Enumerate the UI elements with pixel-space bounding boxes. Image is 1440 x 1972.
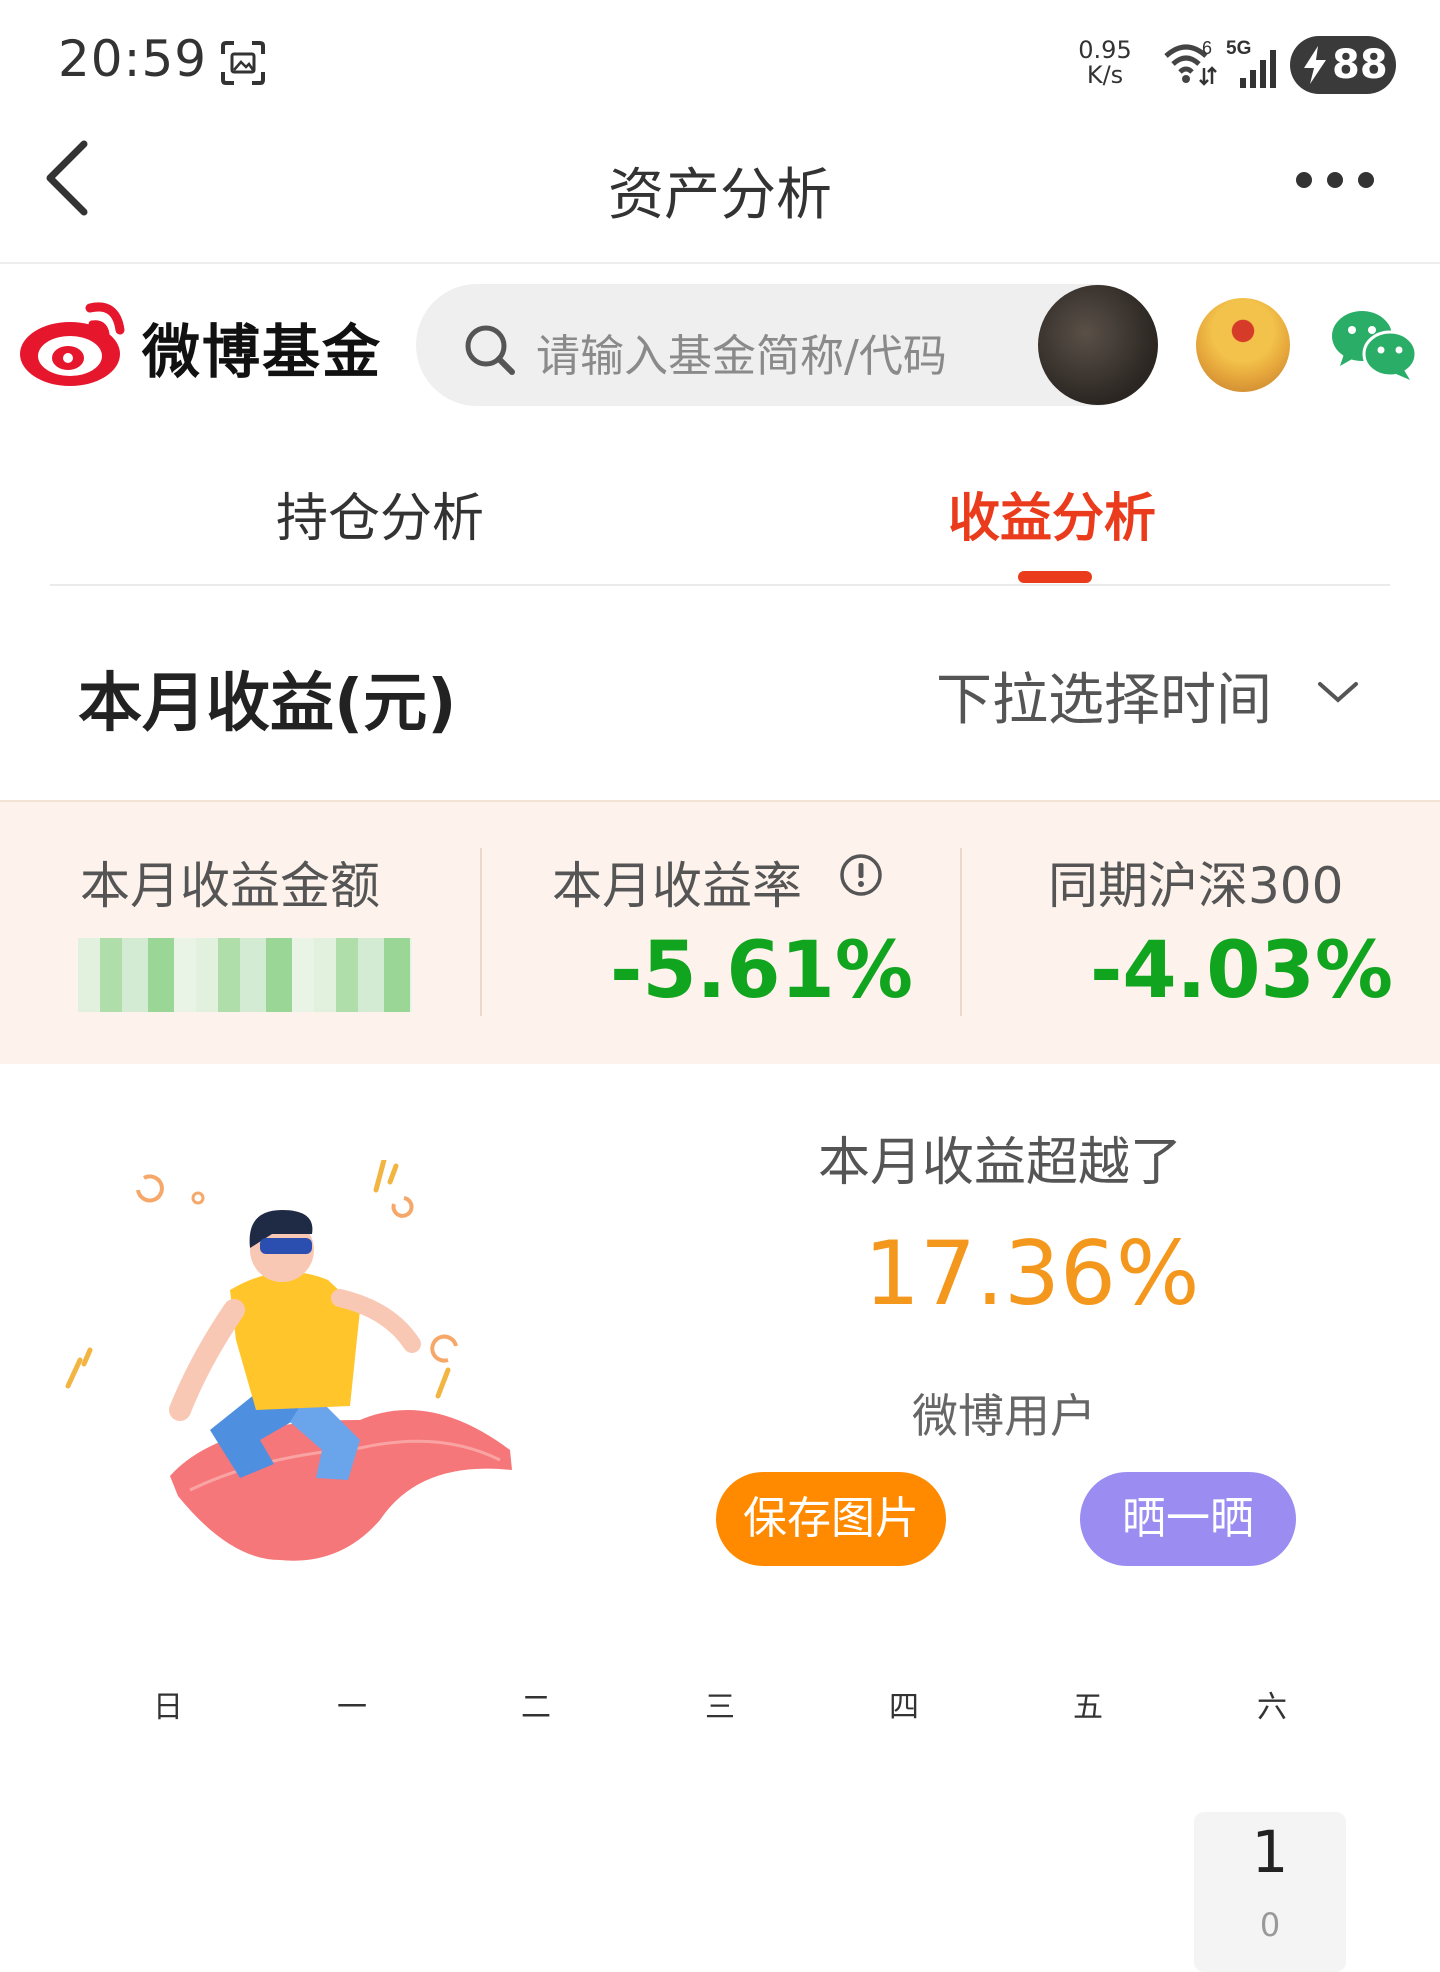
csi300-label: 同期沪深300 (1048, 857, 1344, 915)
summary-divider (960, 848, 962, 1016)
weibo-logo (20, 302, 125, 386)
info-icon[interactable] (838, 852, 884, 898)
signal-badge: 5G (1226, 38, 1251, 59)
weekday-sun: 日 (153, 1690, 183, 1725)
rate-value: -5.61% (610, 926, 913, 1016)
amount-value-masked (78, 938, 412, 1012)
calendar-day-number: 1 (1251, 1818, 1289, 1886)
weekday-mon: 一 (337, 1690, 367, 1725)
battery-indicator: 88 (1290, 36, 1396, 94)
amount-label: 本月收益金额 (80, 857, 380, 915)
brand-name: 微博基金 (142, 318, 383, 386)
save-image-button[interactable]: 保存图片 (716, 1472, 946, 1566)
nav-divider (0, 262, 1440, 264)
charging-icon (1304, 46, 1326, 84)
calendar-day-earnings: 0 (1259, 1906, 1281, 1944)
weekday-fri: 五 (1073, 1690, 1103, 1725)
network-speed-value: 0.95 (1078, 36, 1132, 64)
chevron-down-icon[interactable] (1316, 678, 1360, 706)
summary-divider (480, 848, 482, 1016)
tab-earnings-analysis[interactable]: 收益分析 (948, 476, 1156, 551)
csi300-value: -4.03% (1090, 926, 1393, 1016)
wifi-badge: 6 (1202, 38, 1212, 58)
active-tab-indicator (1018, 571, 1092, 583)
weekday-sat: 六 (1257, 1690, 1287, 1725)
page-title: 资产分析 (608, 163, 832, 228)
search-avatar[interactable] (1038, 285, 1158, 405)
search-input[interactable]: 请输入基金简称/代码 (536, 320, 947, 384)
tab-holdings-analysis[interactable]: 持仓分析 (276, 476, 484, 551)
signal-icon: 5G (1226, 38, 1276, 88)
user-avatar[interactable] (1196, 298, 1290, 392)
beat-label: 本月收益超越了 (818, 1133, 1183, 1193)
tab-divider (50, 584, 1390, 586)
beat-group: 微博用户 (912, 1389, 1096, 1443)
weekday-tue: 二 (521, 1690, 551, 1725)
section-title: 本月收益(元) (78, 667, 457, 741)
status-time: 20:59 (58, 30, 208, 88)
weekday-wed: 三 (705, 1690, 735, 1725)
beat-percentage: 17.36% (864, 1222, 1200, 1325)
rate-label: 本月收益率 (552, 857, 802, 915)
wifi-icon: 6 (1164, 38, 1217, 86)
search-icon (465, 325, 515, 375)
weekday-thu: 四 (889, 1690, 919, 1725)
wechat-icon[interactable] (1330, 308, 1418, 380)
more-icon[interactable] (1292, 168, 1378, 192)
share-button[interactable]: 晒一晒 (1080, 1472, 1296, 1566)
time-picker[interactable]: 下拉选择时间 (936, 655, 1272, 736)
battery-level: 88 (1332, 42, 1388, 88)
surfing-person-illustration (65, 1160, 512, 1561)
network-speed: 0.95 K/s (1075, 38, 1135, 88)
network-speed-unit: K/s (1086, 61, 1124, 89)
screenshot-icon (221, 41, 265, 85)
